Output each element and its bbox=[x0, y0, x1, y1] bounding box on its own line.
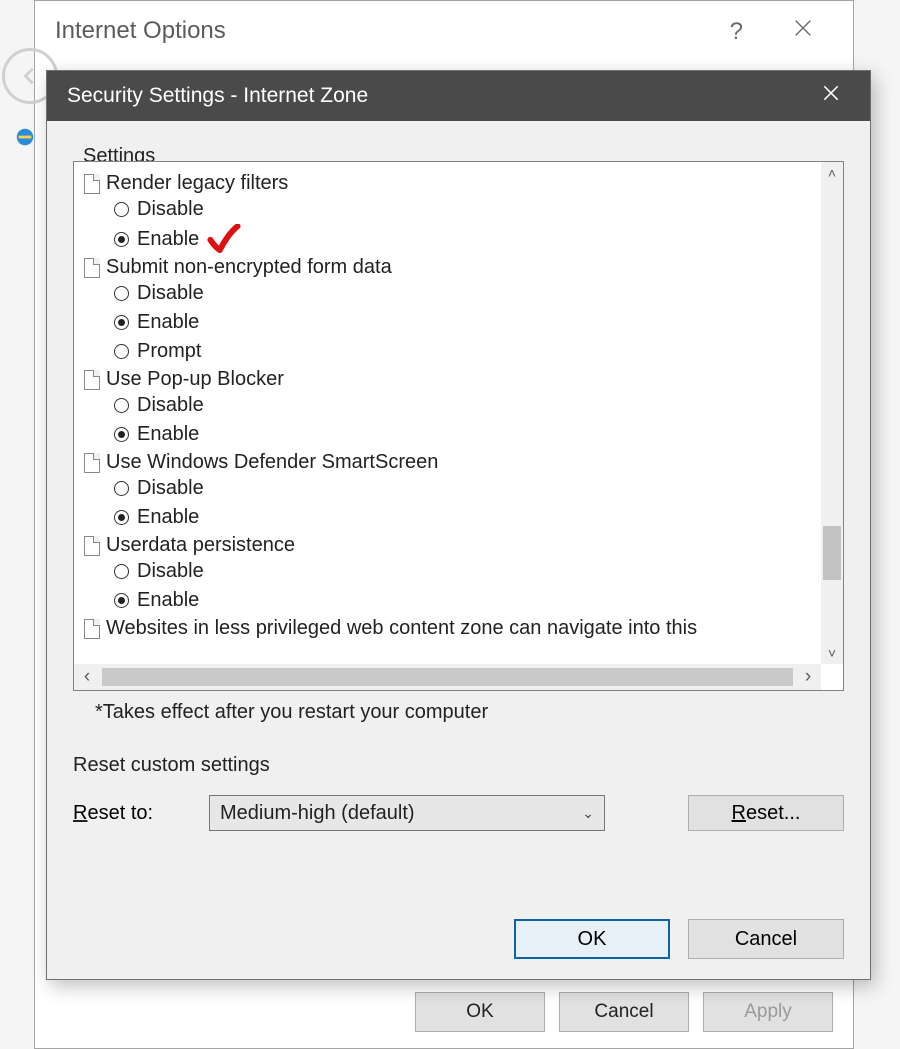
option-label: Prompt bbox=[137, 337, 201, 366]
radio-unchecked-icon[interactable] bbox=[114, 286, 129, 301]
option-label: Enable bbox=[137, 308, 199, 337]
page-icon bbox=[84, 619, 100, 639]
setting-name: Use Pop-up Blocker bbox=[106, 368, 284, 391]
option-label: Enable bbox=[137, 420, 199, 449]
setting-heading: Userdata persistence bbox=[84, 534, 817, 557]
setting-option[interactable]: Disable bbox=[84, 195, 817, 224]
radio-unchecked-icon[interactable] bbox=[114, 481, 129, 496]
scroll-thumb[interactable] bbox=[823, 526, 841, 580]
option-label: Enable bbox=[137, 586, 199, 615]
setting-name: Submit non-encrypted form data bbox=[106, 256, 392, 279]
radio-checked-icon[interactable] bbox=[114, 427, 129, 442]
setting-option[interactable]: Disable bbox=[84, 391, 817, 420]
scroll-down-icon[interactable]: ˅ bbox=[821, 642, 843, 664]
vertical-scrollbar[interactable]: ˄ ˅ bbox=[821, 162, 843, 664]
radio-checked-icon[interactable] bbox=[114, 232, 129, 247]
hscroll-track[interactable] bbox=[102, 668, 793, 686]
setting-name: Render legacy filters bbox=[106, 172, 288, 195]
page-icon bbox=[84, 258, 100, 278]
parent-apply-button: Apply bbox=[703, 992, 833, 1032]
scroll-up-icon[interactable]: ˄ bbox=[821, 162, 843, 184]
setting-option[interactable]: Disable bbox=[84, 279, 817, 308]
scroll-right-icon[interactable]: › bbox=[795, 666, 821, 688]
setting-option[interactable]: Enable bbox=[84, 503, 817, 532]
radio-checked-icon[interactable] bbox=[114, 510, 129, 525]
page-icon bbox=[84, 370, 100, 390]
setting-option[interactable]: Disable bbox=[84, 557, 817, 586]
ie-logo-icon bbox=[14, 126, 36, 148]
setting-heading: Use Pop-up Blocker bbox=[84, 368, 817, 391]
ok-button[interactable]: OK bbox=[514, 919, 670, 959]
close-icon[interactable] bbox=[773, 17, 833, 46]
security-settings-dialog: Security Settings - Internet Zone Settin… bbox=[46, 70, 871, 980]
red-checkmark-annotation-icon bbox=[207, 224, 241, 254]
parent-cancel-button[interactable]: Cancel bbox=[559, 992, 689, 1032]
page-icon bbox=[84, 536, 100, 556]
dialog-buttons: OK Cancel bbox=[514, 919, 844, 959]
dialog-title: Security Settings - Internet Zone bbox=[67, 84, 806, 108]
reset-to-label: Reset to: bbox=[73, 802, 193, 825]
option-label: Disable bbox=[137, 195, 204, 224]
radio-checked-icon[interactable] bbox=[114, 315, 129, 330]
setting-option[interactable]: Enable bbox=[84, 224, 817, 254]
setting-option[interactable]: Enable bbox=[84, 420, 817, 449]
parent-buttons: OK Cancel Apply bbox=[415, 992, 833, 1032]
help-icon[interactable]: ? bbox=[706, 18, 766, 46]
cancel-button[interactable]: Cancel bbox=[688, 919, 844, 959]
option-label: Disable bbox=[137, 391, 204, 420]
parent-title: Internet Options bbox=[55, 17, 706, 45]
reset-button[interactable]: Reset... bbox=[688, 795, 844, 831]
page-icon bbox=[84, 174, 100, 194]
setting-name: Userdata persistence bbox=[106, 534, 295, 557]
settings-group: Settings Render legacy filtersDisableEna… bbox=[73, 161, 844, 724]
option-label: Disable bbox=[137, 279, 204, 308]
dialog-titlebar: Security Settings - Internet Zone bbox=[47, 71, 870, 121]
dialog-close-button[interactable] bbox=[806, 83, 856, 109]
radio-checked-icon[interactable] bbox=[114, 593, 129, 608]
setting-heading: Websites in less privileged web content … bbox=[84, 617, 817, 640]
option-label: Enable bbox=[137, 503, 199, 532]
setting-name: Websites in less privileged web content … bbox=[106, 617, 697, 640]
radio-unchecked-icon[interactable] bbox=[114, 344, 129, 359]
setting-heading: Render legacy filters bbox=[84, 172, 817, 195]
parent-ok-button[interactable]: OK bbox=[415, 992, 545, 1032]
setting-option[interactable]: Prompt bbox=[84, 337, 817, 366]
horizontal-scrollbar[interactable]: ‹ › bbox=[74, 664, 821, 690]
chevron-down-icon: ⌄ bbox=[582, 805, 594, 822]
option-label: Disable bbox=[137, 557, 204, 586]
restart-note: *Takes effect after you restart your com… bbox=[95, 701, 840, 724]
setting-heading: Use Windows Defender SmartScreen bbox=[84, 451, 817, 474]
option-label: Disable bbox=[137, 474, 204, 503]
setting-option[interactable]: Enable bbox=[84, 308, 817, 337]
parent-titlebar: Internet Options ? bbox=[35, 1, 853, 61]
reset-group: Reset custom settings Reset to: Medium-h… bbox=[73, 754, 844, 831]
radio-unchecked-icon[interactable] bbox=[114, 202, 129, 217]
reset-group-label: Reset custom settings bbox=[73, 754, 844, 777]
option-label: Enable bbox=[137, 225, 199, 254]
setting-heading: Submit non-encrypted form data bbox=[84, 256, 817, 279]
setting-option[interactable]: Disable bbox=[84, 474, 817, 503]
setting-option[interactable]: Enable bbox=[84, 586, 817, 615]
reset-to-select[interactable]: Medium-high (default) ⌄ bbox=[209, 795, 605, 831]
reset-to-value: Medium-high (default) bbox=[220, 802, 415, 825]
radio-unchecked-icon[interactable] bbox=[114, 564, 129, 579]
setting-name: Use Windows Defender SmartScreen bbox=[106, 451, 438, 474]
radio-unchecked-icon[interactable] bbox=[114, 398, 129, 413]
page-icon bbox=[84, 453, 100, 473]
settings-listbox[interactable]: Render legacy filtersDisableEnableSubmit… bbox=[73, 161, 844, 691]
scroll-left-icon[interactable]: ‹ bbox=[74, 666, 100, 688]
